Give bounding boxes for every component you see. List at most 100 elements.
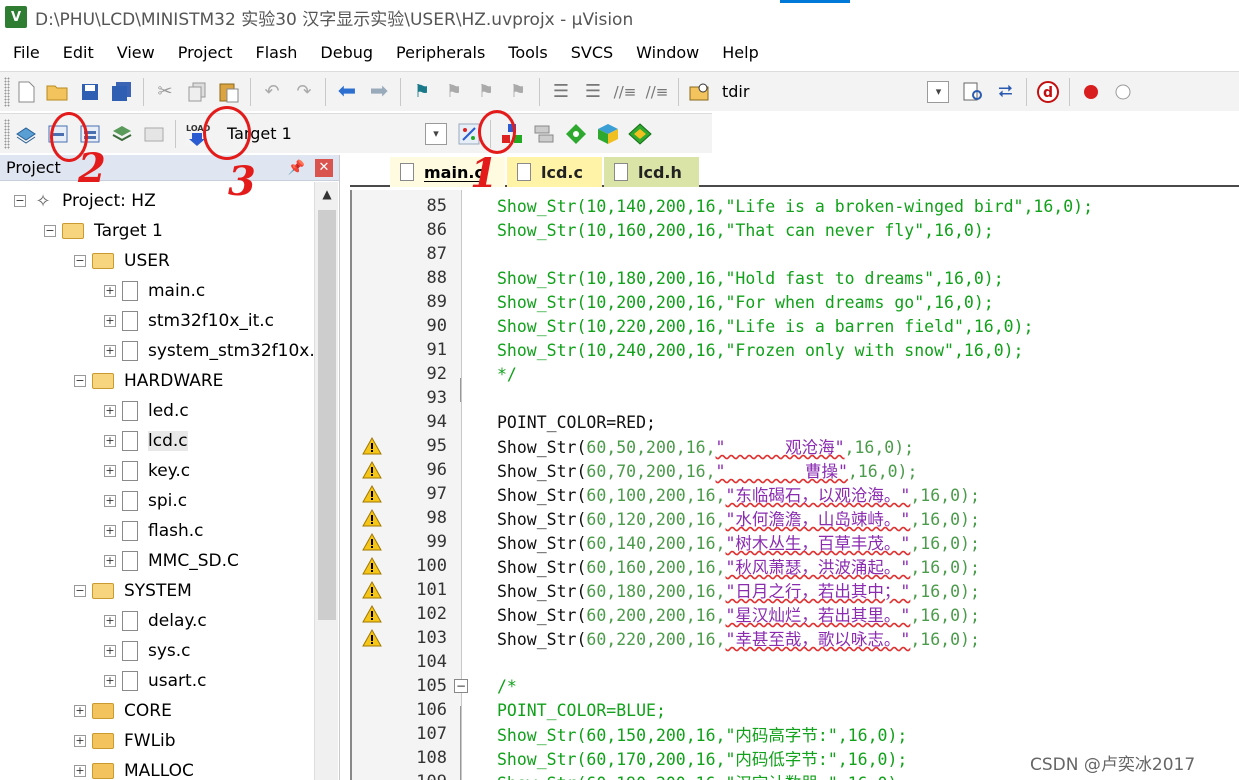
tree-item-mmc-sd-c[interactable]: + MMC_SD.C (104, 546, 239, 576)
warning-icon[interactable] (362, 436, 382, 455)
tree-item-core[interactable]: + CORE (74, 696, 172, 726)
menu-svcs[interactable]: SVCS (558, 43, 623, 62)
tab-lcd-c[interactable]: lcd.c (507, 157, 602, 187)
copy-icon[interactable] (181, 76, 213, 108)
code-line[interactable]: 94 POINT_COLOR=RED; (352, 410, 1239, 434)
code-line[interactable]: 96 Show_Str(60,70,200,16," 曹操",16,0); (352, 458, 1239, 482)
expand-icon[interactable]: + (74, 735, 86, 747)
warning-icon[interactable] (362, 556, 382, 575)
warning-icon[interactable] (362, 484, 382, 503)
code-line[interactable]: 92 */ (352, 362, 1239, 386)
tree-item-flash-c[interactable]: + flash.c (104, 516, 204, 546)
expand-icon[interactable]: + (74, 705, 86, 717)
expand-icon[interactable]: + (104, 315, 116, 327)
code-line[interactable]: 87 (352, 242, 1239, 266)
browse-icon[interactable] (957, 76, 989, 108)
target-selector-value[interactable]: Target 1 (227, 124, 417, 143)
select-packs-icon[interactable] (528, 118, 560, 150)
tree-item-spi-c[interactable]: + spi.c (104, 486, 187, 516)
tree-item-malloc[interactable]: + MALLOC (74, 756, 194, 780)
find-text-value[interactable]: tdir (722, 82, 749, 101)
translate-icon[interactable] (10, 118, 42, 150)
tree-item-system-stm32f10x-c[interactable]: + system_stm32f10x.c (104, 336, 314, 366)
tab-lcd-h[interactable]: lcd.h (604, 157, 699, 187)
warning-icon[interactable] (362, 508, 382, 527)
tree-item-stm32f10x-it-c[interactable]: + stm32f10x_it.c (104, 306, 274, 336)
debug-session-icon[interactable]: d (1032, 76, 1064, 108)
tree-item-sys-c[interactable]: + sys.c (104, 636, 191, 666)
paste-icon[interactable] (213, 76, 245, 108)
find-dropdown-button[interactable]: ▾ (927, 80, 950, 103)
open-folder-icon[interactable] (42, 76, 74, 108)
warning-icon[interactable] (362, 628, 382, 647)
manage-rte-icon[interactable] (560, 118, 592, 150)
tree-item-key-c[interactable]: + key.c (104, 456, 190, 486)
indent-icon[interactable]: ☰ (545, 76, 577, 108)
find-in-files-icon[interactable] (684, 76, 716, 108)
tree-item-lcd-c[interactable]: + lcd.c (104, 426, 188, 456)
code-line[interactable]: 105− /* (352, 674, 1239, 698)
expand-icon[interactable]: + (104, 465, 116, 477)
warning-icon[interactable] (362, 604, 382, 623)
code-line[interactable]: 98 Show_Str(60,120,200,16,"水何澹澹，山岛竦峙。",16… (352, 506, 1239, 530)
collapse-icon[interactable]: − (74, 585, 86, 597)
uncomment-icon[interactable]: //≡ (641, 76, 673, 108)
code-line[interactable]: 100 Show_Str(60,160,200,16,"秋风萧瑟，洪波涌起。",1… (352, 554, 1239, 578)
target-dropdown-button[interactable]: ▾ (425, 122, 447, 145)
breakpoint-icon[interactable] (1075, 76, 1107, 108)
incremental-find-icon[interactable]: ⮂ (989, 76, 1021, 108)
save-icon[interactable] (74, 76, 106, 108)
warning-icon[interactable] (362, 532, 382, 551)
expand-icon[interactable]: + (104, 525, 116, 537)
redo-icon[interactable]: ↷ (288, 76, 320, 108)
new-file-icon[interactable] (10, 76, 42, 108)
tree-item-led-c[interactable]: + led.c (104, 396, 189, 426)
close-icon[interactable]: ✕ (315, 158, 333, 177)
pack-installer-icon[interactable] (624, 118, 656, 150)
code-line[interactable]: 101 Show_Str(60,180,200,16,"日月之行，若出其中；",1… (352, 578, 1239, 602)
pin-icon[interactable]: 📌 (288, 160, 305, 176)
menu-file[interactable]: File (0, 43, 50, 62)
expand-icon[interactable]: + (104, 555, 116, 567)
expand-icon[interactable]: + (104, 435, 116, 447)
bookmark-clear-icon[interactable]: ⚑ (502, 76, 534, 108)
code-line[interactable]: 106 POINT_COLOR=BLUE; (352, 698, 1239, 722)
collapse-icon[interactable]: − (44, 225, 56, 237)
tree-item-system[interactable]: − SYSTEM (74, 576, 192, 606)
menu-peripherals[interactable]: Peripherals (383, 43, 495, 62)
collapse-icon[interactable]: − (14, 195, 26, 207)
project-tree-scrollbar[interactable]: ▲ (314, 182, 338, 780)
expand-icon[interactable]: + (104, 645, 116, 657)
warning-icon[interactable] (362, 580, 382, 599)
expand-icon[interactable]: + (104, 675, 116, 687)
code-line[interactable]: 97 Show_Str(60,100,200,16,"东临碣石，以观沧海。",16… (352, 482, 1239, 506)
bookmark-prev-icon[interactable]: ⚑ (438, 76, 470, 108)
code-line[interactable]: 89 Show_Str(10,200,200,16,"For when dream… (352, 290, 1239, 314)
expand-icon[interactable]: + (104, 615, 116, 627)
bookmark-next-icon[interactable]: ⚑ (470, 76, 502, 108)
tree-item-target-1[interactable]: − Target 1 (44, 216, 163, 246)
warning-icon[interactable] (362, 460, 382, 479)
expand-icon[interactable]: + (104, 345, 116, 357)
collapse-icon[interactable]: − (74, 375, 86, 387)
breakpoint-disable-icon[interactable] (1107, 76, 1139, 108)
tree-item-hardware[interactable]: − HARDWARE (74, 366, 223, 396)
save-all-icon[interactable] (106, 76, 138, 108)
scroll-up-arrow-icon[interactable]: ▲ (315, 182, 339, 206)
pack-installer-icon[interactable] (592, 118, 624, 150)
code-line[interactable]: 88 Show_Str(10,180,200,16,"Hold fast to d… (352, 266, 1239, 290)
code-editor[interactable]: 85 Show_Str(10,140,200,16,"Life is a brok… (350, 190, 1239, 780)
code-line[interactable]: 86 Show_Str(10,160,200,16,"That can never… (352, 218, 1239, 242)
navigate-back-icon[interactable]: ⬅ (331, 76, 363, 108)
code-line[interactable]: 99 Show_Str(60,140,200,16,"树木丛生，百草丰茂。",16… (352, 530, 1239, 554)
tree-item-fwlib[interactable]: + FWLib (74, 726, 176, 756)
batch-build-icon[interactable] (106, 118, 138, 150)
expand-icon[interactable]: + (104, 405, 116, 417)
code-line[interactable]: 85 Show_Str(10,140,200,16,"Life is a brok… (352, 194, 1239, 218)
code-line[interactable]: 95 Show_Str(60,50,200,16," 观沧海",16,0); (352, 434, 1239, 458)
menu-help[interactable]: Help (709, 43, 768, 62)
scrollbar-thumb[interactable] (318, 210, 336, 620)
tree-item-usart-c[interactable]: + usart.c (104, 666, 206, 696)
tree-item-user[interactable]: − USER (74, 246, 170, 276)
tree-item-delay-c[interactable]: + delay.c (104, 606, 207, 636)
